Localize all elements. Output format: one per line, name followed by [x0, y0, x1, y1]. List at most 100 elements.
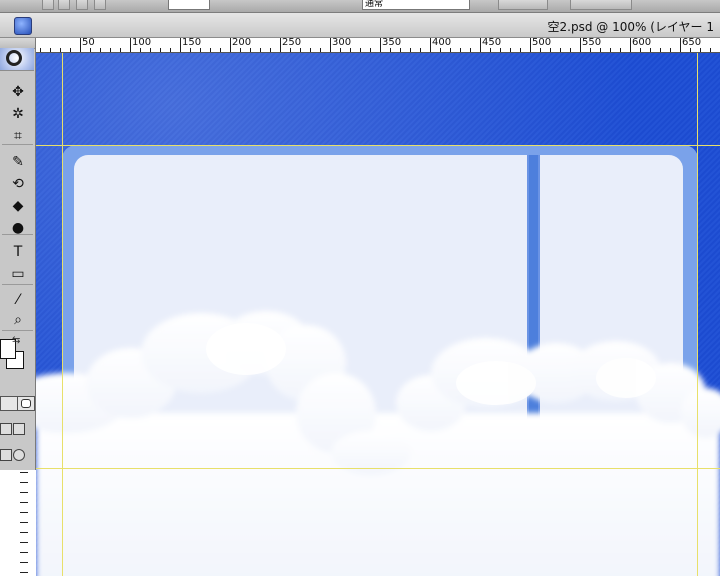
ruler-tick [540, 48, 541, 52]
ruler-tick [270, 48, 271, 52]
jump-to-imageready-icon[interactable] [0, 449, 12, 461]
ruler-tick [470, 48, 471, 52]
ruler-label: 250 [282, 38, 302, 48]
ruler-tick [20, 552, 28, 553]
ruler-label: 100 [132, 38, 152, 48]
ruler-label: 50 [82, 38, 95, 48]
ruler-tick [390, 48, 391, 52]
jump-to-app-icon[interactable] [13, 449, 25, 461]
magic-wand-tool-icon[interactable]: ✲ [8, 104, 28, 124]
history-brush-tool-icon[interactable]: ⟲ [8, 174, 28, 194]
brush-tool-icon[interactable]: ✎ [8, 152, 28, 172]
ruler-tick [250, 48, 251, 52]
option-button[interactable] [498, 0, 548, 10]
ruler-tick [20, 512, 28, 513]
dodge-tool-icon[interactable]: ● [8, 218, 28, 238]
shape-tool-icon[interactable]: ▭ [8, 264, 28, 284]
ruler-tick [530, 38, 531, 52]
ruler-tick [240, 48, 241, 52]
swap-colors-icon[interactable]: ⇆ [12, 335, 20, 346]
ruler-tick [410, 48, 411, 52]
ruler-tick [430, 38, 431, 52]
guide-vertical[interactable] [62, 53, 63, 576]
ruler-tick [330, 38, 331, 52]
ruler-label: 500 [532, 38, 552, 48]
guide-horizontal[interactable] [36, 145, 720, 146]
ruler-label: 400 [432, 38, 452, 48]
ruler-tick [80, 38, 81, 52]
ruler-ticks [0, 470, 36, 576]
ruler-tick [310, 48, 311, 52]
ruler-tick [220, 48, 221, 52]
ruler-tick [680, 38, 681, 52]
eyedropper-tool-icon[interactable]: ⁄ [8, 290, 28, 310]
ruler-tick [150, 48, 151, 52]
standard-mode-button[interactable] [0, 396, 18, 411]
ruler-label: 200 [232, 38, 252, 48]
ruler-tick [100, 48, 101, 52]
screen-mode-full-button[interactable] [13, 423, 25, 435]
ruler-tick [600, 48, 601, 52]
ruler-tick [50, 48, 51, 52]
ruler-tick [120, 48, 121, 52]
type-tool-icon[interactable]: T [8, 242, 28, 262]
ruler-tick [610, 48, 611, 52]
ruler-tick [130, 38, 131, 52]
document-title: 空2.psd @ 100% (レイヤー 1 [547, 20, 714, 34]
quick-mask-mode-button[interactable] [17, 396, 35, 411]
ruler-tick [710, 48, 711, 52]
ruler-tick [480, 38, 481, 52]
option-button[interactable] [570, 0, 632, 10]
ruler-tick [230, 38, 231, 52]
ruler-tick [350, 48, 351, 52]
ruler-tick [320, 48, 321, 52]
option-button[interactable] [94, 0, 106, 10]
feather-field[interactable] [168, 0, 210, 10]
option-button[interactable] [58, 0, 70, 10]
zoom-tool-icon[interactable]: ⌕ [8, 310, 28, 330]
crop-tool-icon[interactable]: ⌗ [8, 126, 28, 146]
guide-vertical[interactable] [697, 53, 698, 576]
ruler-tick [160, 48, 161, 52]
ruler-tick [20, 482, 28, 483]
ruler-tick [20, 522, 28, 523]
ruler-label: 350 [382, 38, 402, 48]
ruler-tick [570, 48, 571, 52]
ruler-tick [560, 48, 561, 52]
ruler-tick [90, 48, 91, 52]
tool-separator [2, 284, 33, 285]
ruler-tick [110, 48, 111, 52]
option-button[interactable] [42, 0, 54, 10]
ruler-tick [20, 472, 28, 473]
option-button[interactable] [76, 0, 88, 10]
guide-horizontal[interactable] [36, 468, 720, 469]
tool-separator [2, 330, 33, 331]
horizontal-ruler[interactable]: 50 100 150 200 250 300 350 400 450 500 550 600 650 [36, 38, 720, 53]
ruler-tick [280, 38, 281, 52]
ruler-tick [420, 48, 421, 52]
mode-select[interactable]: 通常 [362, 0, 470, 10]
paint-bucket-tool-icon[interactable]: ◆ [8, 196, 28, 216]
options-bar: 通常 [0, 0, 720, 13]
ruler-tick [210, 48, 211, 52]
ruler-tick [20, 542, 28, 543]
ruler-tick [260, 48, 261, 52]
ruler-tick [670, 48, 671, 52]
ruler-tick [700, 48, 701, 52]
vertical-ruler[interactable] [0, 470, 36, 576]
ruler-tick [460, 48, 461, 52]
ruler-label: 650 [682, 38, 702, 48]
document-canvas[interactable] [36, 53, 720, 576]
move-tool-icon[interactable]: ✥ [8, 82, 28, 102]
ruler-tick [650, 48, 651, 52]
screen-mode-standard-button[interactable] [0, 423, 12, 435]
ruler-label: 550 [582, 38, 602, 48]
ruler-tick [20, 572, 28, 573]
ruler-tick [140, 48, 141, 52]
ruler-tick [340, 48, 341, 52]
ruler-label: 600 [632, 38, 652, 48]
photoshop-eye-logo[interactable] [0, 48, 34, 71]
ruler-label: 150 [182, 38, 202, 48]
ruler-tick [630, 38, 631, 52]
ruler-tick [500, 48, 501, 52]
